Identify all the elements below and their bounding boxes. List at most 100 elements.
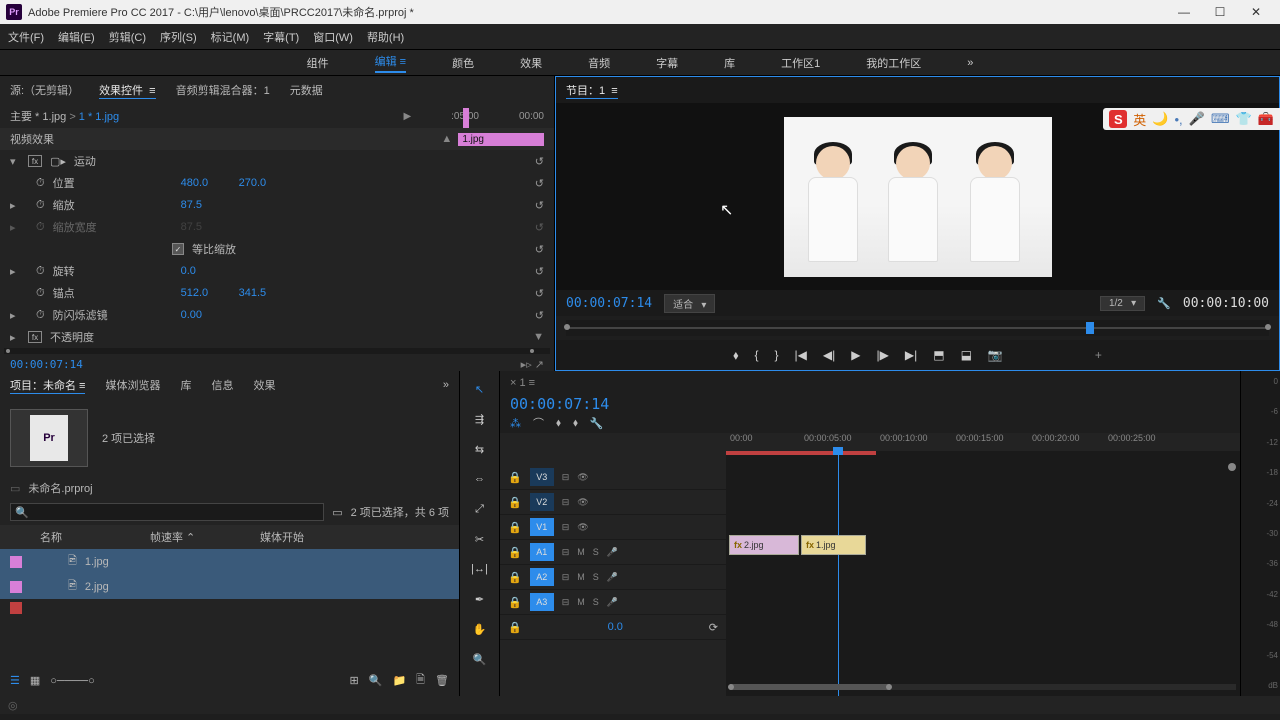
- zoom-slider[interactable]: ○────○: [50, 675, 94, 687]
- fx-anchor-y[interactable]: 341.5: [239, 287, 289, 299]
- mask-icon[interactable]: ▢▸: [50, 155, 66, 168]
- fx-instance-clip[interactable]: 1 * 1.jpg: [79, 111, 119, 123]
- track-v2[interactable]: V2: [530, 493, 554, 511]
- step-fwd-icon[interactable]: |▶: [877, 348, 889, 362]
- menu-help[interactable]: 帮助(H): [367, 29, 404, 45]
- go-in-icon[interactable]: |◀: [795, 348, 807, 362]
- tab-source[interactable]: 源:（无剪辑）: [10, 82, 79, 98]
- loop-icon[interactable]: ⟳: [709, 621, 718, 634]
- search-input[interactable]: 🔍: [10, 503, 324, 521]
- keyboard-icon[interactable]: ⌨: [1211, 111, 1230, 127]
- program-monitor[interactable]: [556, 103, 1279, 290]
- fx-play-arrow-icon[interactable]: ▶: [403, 111, 411, 122]
- master-level[interactable]: 0.0: [530, 621, 701, 633]
- toolbox-icon[interactable]: 🧰: [1258, 111, 1274, 127]
- uniform-checkbox[interactable]: ✓: [172, 243, 184, 255]
- moon-icon[interactable]: 🌙: [1152, 111, 1168, 127]
- fx-flicker-value[interactable]: 0.00: [181, 309, 231, 321]
- ws-titles[interactable]: 字幕: [656, 55, 678, 71]
- vscroll-handle[interactable]: [1228, 463, 1236, 471]
- time-ruler[interactable]: 00:00 00:00:05:00 00:00:10:00 00:00:15:0…: [726, 433, 1240, 451]
- col-rate[interactable]: 帧速率 ⌃: [150, 529, 250, 545]
- ws-assembly[interactable]: 组件: [307, 55, 329, 71]
- scroll-up-icon[interactable]: ▲: [441, 133, 452, 145]
- tab-library[interactable]: 库: [180, 377, 191, 393]
- list-item[interactable]: 🖻 2.jpg: [0, 574, 459, 599]
- menu-marker[interactable]: 标记(M): [211, 29, 250, 45]
- scroll-down-icon[interactable]: ▼: [533, 331, 544, 343]
- sync-lock-icon[interactable]: ⊟: [562, 522, 570, 533]
- track-a2[interactable]: A2: [530, 568, 554, 586]
- fx-scale-value[interactable]: 87.5: [181, 199, 231, 211]
- eye-icon[interactable]: 👁: [577, 522, 588, 533]
- tab-project[interactable]: 项目：未命名 ≡: [10, 377, 85, 394]
- add-button-icon[interactable]: +: [1095, 348, 1102, 362]
- hscroll[interactable]: [730, 684, 1236, 690]
- timeline-timecode[interactable]: 00:00:07:14: [510, 395, 609, 413]
- expand-icon[interactable]: ▸: [10, 199, 20, 212]
- tab-media-browser[interactable]: 媒体浏览器: [105, 377, 160, 393]
- mic-icon[interactable]: 🎤: [607, 547, 618, 558]
- track-a3[interactable]: A3: [530, 593, 554, 611]
- new-bin-icon[interactable]: 📁: [392, 674, 406, 687]
- ws-audio[interactable]: 音频: [588, 55, 610, 71]
- bin-icon[interactable]: ▭: [10, 482, 20, 495]
- reset-icon[interactable]: ↺: [535, 177, 544, 190]
- mic-icon[interactable]: 🎤: [607, 572, 618, 583]
- seq-menu-icon[interactable]: × 1 ≡: [510, 377, 535, 389]
- reset-icon[interactable]: ↺: [535, 265, 544, 278]
- menu-sequence[interactable]: 序列(S): [160, 29, 197, 45]
- new-item-icon[interactable]: 🗎: [416, 671, 425, 690]
- menu-window[interactable]: 窗口(W): [313, 29, 353, 45]
- track-v3[interactable]: V3: [530, 468, 554, 486]
- mic-icon[interactable]: 🎤: [607, 597, 618, 608]
- ime-lang[interactable]: 英: [1133, 110, 1146, 129]
- reset-icon[interactable]: ↺: [535, 155, 544, 168]
- trash-icon[interactable]: 🗑: [435, 674, 449, 687]
- step-back-icon[interactable]: ◀|: [823, 348, 835, 362]
- tab-info[interactable]: 信息: [211, 377, 233, 393]
- list-item[interactable]: [0, 599, 459, 617]
- list-view-icon[interactable]: ☰: [10, 674, 20, 687]
- program-tab[interactable]: 节目：1 ≡: [566, 82, 618, 99]
- collapse-icon[interactable]: ▾: [10, 155, 20, 168]
- icon-view-icon[interactable]: ▦: [30, 674, 40, 687]
- selection-tool-icon[interactable]: ↖: [470, 379, 490, 399]
- minimize-button[interactable]: —: [1166, 0, 1202, 24]
- list-item[interactable]: 🖻 1.jpg: [0, 549, 459, 574]
- fx-timecode[interactable]: 00:00:07:14: [10, 358, 83, 371]
- rolling-tool-icon[interactable]: ⇔: [470, 469, 490, 489]
- expand-icon[interactable]: ▸: [10, 331, 20, 344]
- lift-icon[interactable]: ⬒: [933, 348, 944, 362]
- hand-tool-icon[interactable]: ✋: [470, 619, 490, 639]
- snap-icon[interactable]: ⁂: [510, 417, 521, 430]
- ws-custom1[interactable]: 工作区1: [781, 55, 820, 71]
- fx-badge-icon[interactable]: fx: [28, 331, 42, 343]
- ime-toolbar[interactable]: S 英 🌙 •, 🎤 ⌨ 👕 🧰: [1103, 108, 1280, 130]
- fx-rotation-value[interactable]: 0.0: [181, 265, 231, 277]
- skin-icon[interactable]: 👕: [1236, 111, 1252, 127]
- mic-icon[interactable]: 🎤: [1189, 111, 1205, 127]
- stopwatch-icon[interactable]: ⏱: [36, 309, 45, 322]
- eye-icon[interactable]: 👁: [577, 472, 588, 483]
- reset-icon[interactable]: ↺: [535, 199, 544, 212]
- fx-badge-icon[interactable]: fx: [28, 155, 42, 167]
- tab-effects-panel[interactable]: 效果: [253, 377, 275, 393]
- slip-tool-icon[interactable]: |↔|: [470, 559, 490, 579]
- reset-icon[interactable]: ↺: [535, 243, 544, 256]
- stopwatch-icon[interactable]: ⏱: [36, 265, 45, 278]
- tab-metadata[interactable]: 元数据: [290, 82, 323, 98]
- ws-mine[interactable]: 我的工作区: [866, 55, 921, 71]
- lock-icon[interactable]: 🔒: [508, 496, 522, 509]
- menu-edit[interactable]: 编辑(E): [58, 29, 95, 45]
- marker-add-icon[interactable]: ⬧: [573, 417, 578, 430]
- overflow-icon[interactable]: »: [443, 379, 449, 391]
- fx-playhead[interactable]: [463, 108, 469, 128]
- menu-clip[interactable]: 剪辑(C): [109, 29, 146, 45]
- col-name[interactable]: 名称: [10, 529, 140, 545]
- menu-file[interactable]: 文件(F): [8, 29, 44, 45]
- ws-overflow-icon[interactable]: »: [967, 57, 973, 69]
- timeline-area[interactable]: 00:00 00:00:05:00 00:00:10:00 00:00:15:0…: [726, 433, 1240, 696]
- track-select-tool-icon[interactable]: ⇶: [470, 409, 490, 429]
- program-scrubber[interactable]: [566, 320, 1269, 336]
